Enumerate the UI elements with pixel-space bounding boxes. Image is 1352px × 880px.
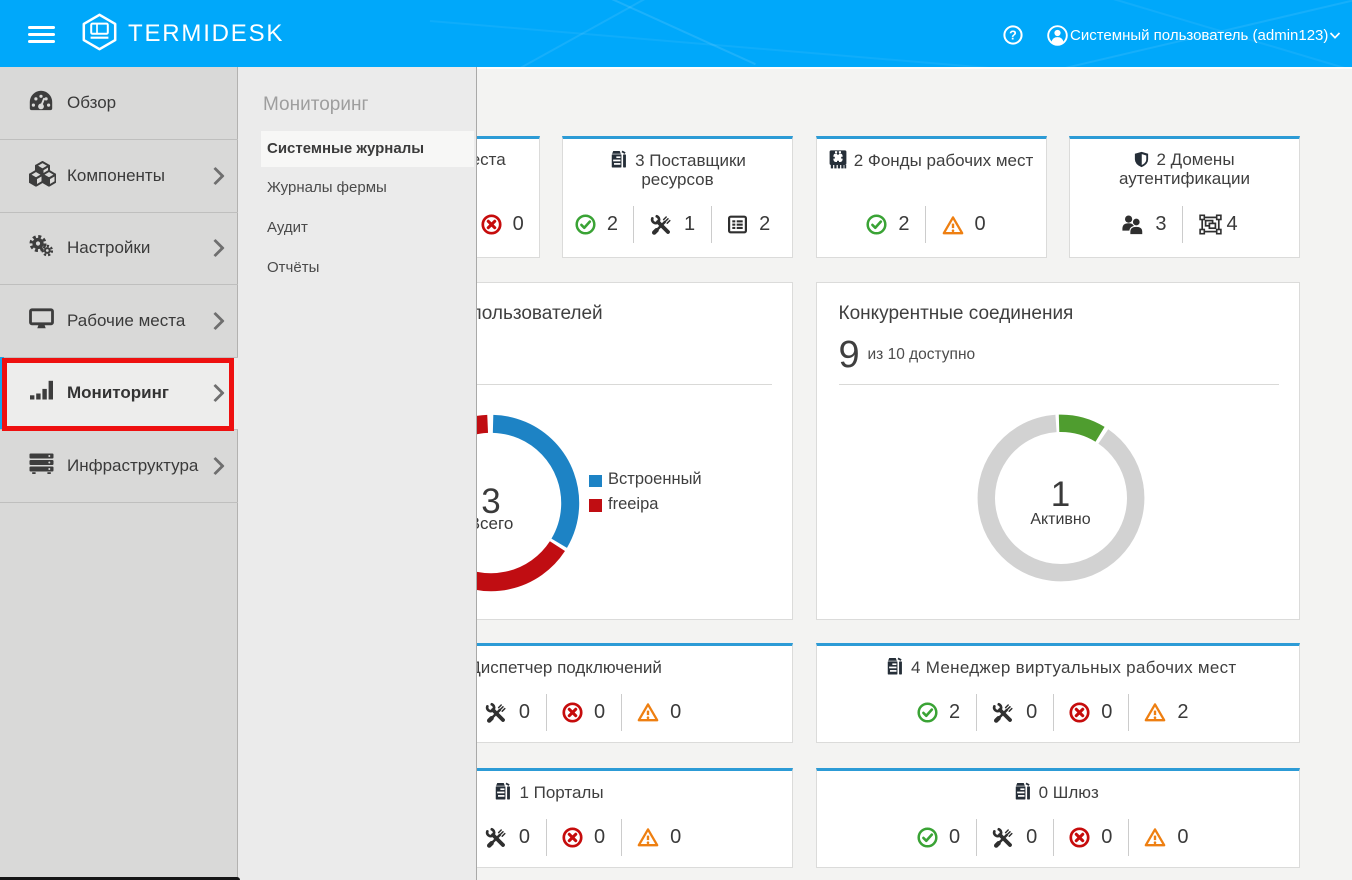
svg-text:?: ? — [1009, 29, 1017, 43]
